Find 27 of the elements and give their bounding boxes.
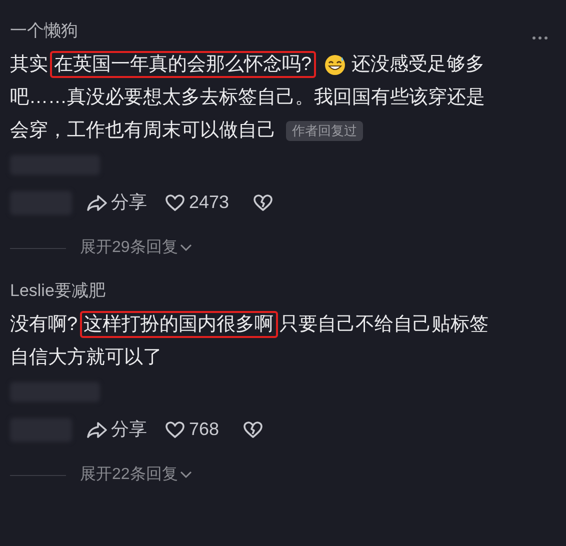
dislike-button[interactable]: [253, 194, 274, 212]
comment-text: 自信大方就可以了: [10, 346, 162, 370]
like-button[interactable]: 768: [165, 416, 220, 443]
username[interactable]: 一个懒狗: [10, 20, 78, 42]
comment-text: 吧……真没必要想太多去标签自己。我回国有些该穿还是: [10, 86, 485, 110]
share-icon: [86, 420, 108, 438]
more-icon[interactable]: [532, 36, 548, 40]
chevron-down-icon: [180, 471, 192, 479]
share-button[interactable]: 分享: [86, 416, 147, 443]
heart-icon: [165, 194, 185, 212]
heart-icon: [165, 420, 185, 438]
comment-text: 还没感受足够多: [352, 53, 485, 77]
share-icon: [86, 194, 108, 212]
username[interactable]: Leslie要减肥: [10, 280, 106, 302]
grinning-sweat-emoji-icon: [324, 54, 346, 76]
comment-text: 其实 在英国一年真的会那么怀念吗?: [10, 48, 318, 81]
like-button[interactable]: 2473: [165, 189, 230, 216]
expand-replies-button[interactable]: 展开29条回复: [80, 236, 192, 260]
comment-text: 会穿，工作也有周末可以做自己: [10, 119, 276, 143]
comment-text: 没有啊? 这样打扮的国内很多啊 只要自己不给自己贴标签: [10, 308, 489, 341]
broken-heart-icon: [243, 420, 264, 438]
chevron-down-icon: [180, 244, 192, 252]
dislike-button[interactable]: [243, 420, 264, 438]
share-button[interactable]: 分享: [86, 189, 147, 216]
broken-heart-icon: [253, 194, 274, 212]
author-replied-badge: 作者回复过: [286, 120, 363, 140]
expand-replies-button[interactable]: 展开22条回复: [80, 463, 192, 487]
